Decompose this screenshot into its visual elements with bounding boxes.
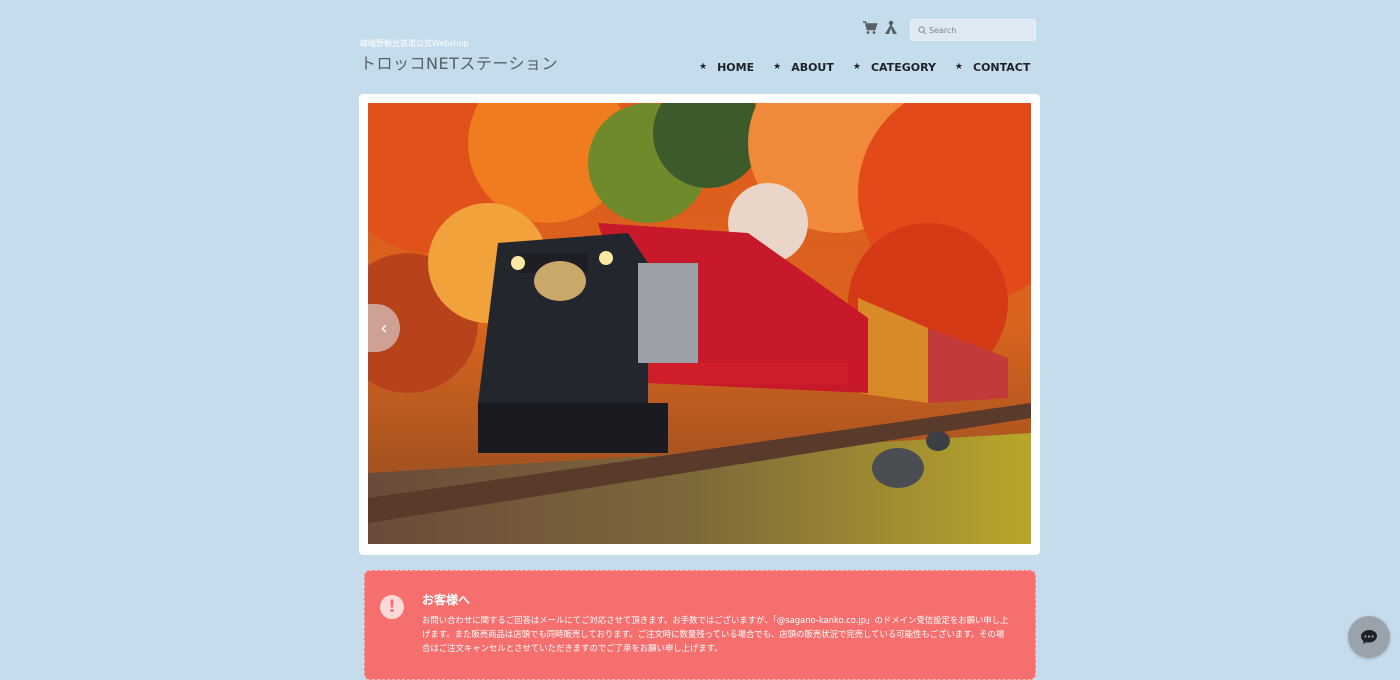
nav-about-label: ABOUT xyxy=(791,60,834,74)
page-container: 嵯峨野観光鉄道公式Webshop トロッコNETステーション ★ HOME ★ AB… xyxy=(359,0,1041,680)
star-icon: ★ xyxy=(773,62,782,72)
notice-title: お客様へ xyxy=(422,593,471,607)
star-icon: ★ xyxy=(954,62,963,72)
main-nav: ★ HOME ★ ABOUT ★ CATEGORY ★ CONTACT xyxy=(699,59,1049,75)
nav-category[interactable]: ★ CATEGORY xyxy=(853,59,936,75)
nav-home[interactable]: ★ HOME xyxy=(699,59,754,75)
search-icon xyxy=(918,26,927,35)
customer-notice: ! お客様へ お問い合わせに関するご回答はメールにてご対応させて頂きます。お手数… xyxy=(364,570,1036,680)
hero-slider[interactable] xyxy=(359,94,1040,555)
alert-icon: ! xyxy=(380,595,404,619)
slide-image-sagano-train xyxy=(368,103,1031,544)
nav-contact-label: CONTACT xyxy=(973,60,1031,74)
site-logo[interactable]: トロッコNETステーション xyxy=(360,50,558,74)
site-tagline: 嵯峨野観光鉄道公式Webshop xyxy=(360,39,469,48)
search-box[interactable] xyxy=(910,19,1036,41)
star-icon: ★ xyxy=(699,62,708,72)
account-icon[interactable] xyxy=(884,20,898,36)
nav-category-label: CATEGORY xyxy=(870,60,936,74)
chat-icon xyxy=(1361,630,1377,644)
chat-button[interactable] xyxy=(1348,616,1390,658)
nav-home-label: HOME xyxy=(717,60,755,74)
nav-about[interactable]: ★ ABOUT xyxy=(773,59,834,75)
cart-icon[interactable] xyxy=(862,20,878,36)
notice-body: お問い合わせに関するご回答はメールにてご対応させて頂きます。お手数ではございます… xyxy=(422,615,1009,653)
nav-contact[interactable]: ★ CONTACT xyxy=(955,59,1030,75)
train-autumn-photo xyxy=(368,103,1031,544)
star-icon: ★ xyxy=(852,62,861,72)
search-input[interactable] xyxy=(929,23,1029,37)
chevron-left-icon: ‹ xyxy=(380,317,388,339)
